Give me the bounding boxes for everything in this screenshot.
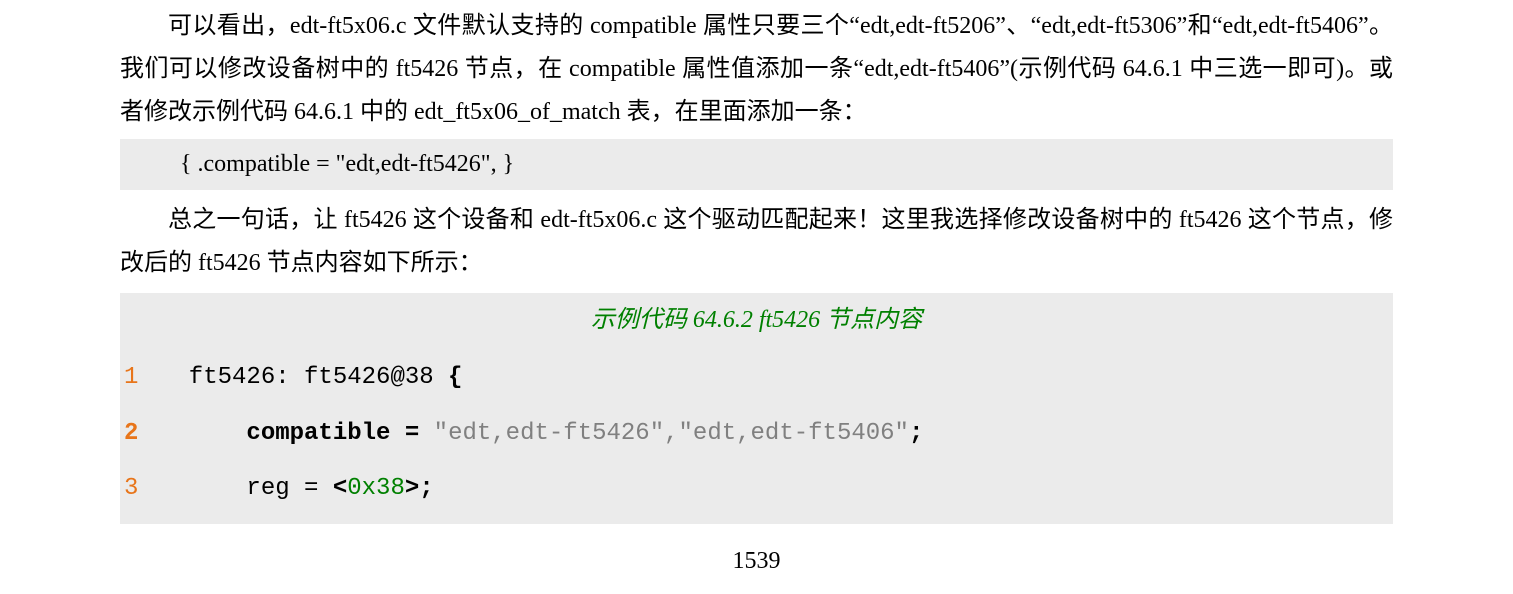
code-indent	[160, 420, 246, 447]
code-caption: 示例代码 64.6.2 ft5426 节点内容	[120, 293, 1393, 346]
code-keyword: compatible	[246, 420, 390, 447]
code-text: ft5426: ft5426@38	[160, 364, 448, 391]
paragraph-1-text: 可以看出，edt-ft5x06.c 文件默认支持的 compatible 属性只…	[120, 5, 1393, 135]
line-number: 3	[120, 467, 160, 510]
code-line-2: 2 compatible = "edt,edt-ft5426","edt,edt…	[120, 406, 1393, 461]
code-lt: <	[333, 475, 347, 502]
document-page: 可以看出，edt-ft5x06.c 文件默认支持的 compatible 属性只…	[0, 0, 1513, 583]
paragraph-2-text: 总之一句话，让 ft5426 这个设备和 edt-ft5x06.c 这个驱动匹配…	[120, 199, 1393, 285]
paragraph-1: 可以看出，edt-ft5x06.c 文件默认支持的 compatible 属性只…	[0, 0, 1513, 135]
inline-code-block: { .compatible = "edt,edt-ft5426", }	[120, 139, 1393, 190]
code-gt: >;	[405, 475, 434, 502]
code-text: reg =	[160, 475, 333, 502]
line-number: 1	[120, 356, 160, 399]
code-block: 1 ft5426: ft5426@38 { 2 compatible = "ed…	[120, 346, 1393, 524]
page-number: 1539	[0, 540, 1513, 583]
paragraph-2: 总之一句话，让 ft5426 这个设备和 edt-ft5x06.c 这个驱动匹配…	[0, 194, 1513, 285]
code-line-1: 1 ft5426: ft5426@38 {	[120, 350, 1393, 405]
code-equals: =	[390, 420, 433, 447]
line-number: 2	[120, 412, 160, 455]
code-line-3: 3 reg = <0x38>;	[120, 461, 1393, 516]
code-brace: {	[448, 364, 462, 391]
code-semicolon: ;	[909, 420, 923, 447]
code-number: 0x38	[347, 475, 405, 502]
inline-code-text: { .compatible = "edt,edt-ft5426", }	[180, 151, 514, 177]
code-string: "edt,edt-ft5426","edt,edt-ft5406"	[434, 420, 909, 447]
